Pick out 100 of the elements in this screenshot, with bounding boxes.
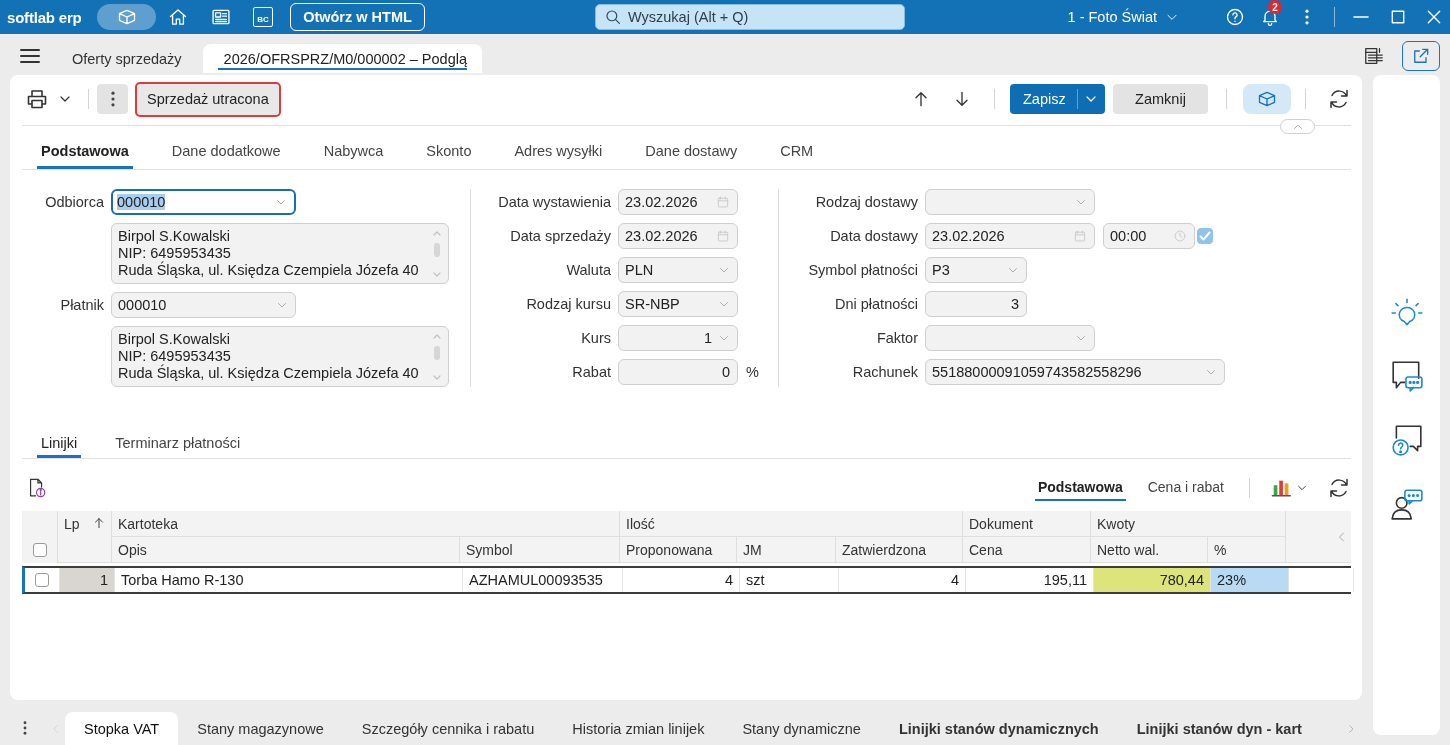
dropdown-field[interactable]: 000010 [111, 292, 296, 318]
dropdown-field[interactable]: SR-NBP [618, 291, 738, 317]
modules-button[interactable] [97, 4, 156, 30]
column-header[interactable]: JM [737, 537, 836, 563]
cube-icon [116, 7, 137, 27]
open-html-button[interactable]: Otwórz w HTML [290, 3, 425, 31]
more-button[interactable] [97, 84, 128, 114]
field-label: Rabat [571, 364, 611, 380]
form-tab[interactable]: Podstawowa [37, 136, 133, 169]
share-button[interactable] [1402, 40, 1440, 71]
view-tab[interactable]: Podstawowa [1034, 475, 1126, 501]
menu-icon[interactable] [20, 47, 40, 64]
company-selector[interactable]: 1 - Foto Świat [1067, 9, 1179, 25]
column-header[interactable]: Lp [57, 511, 88, 563]
help-icon[interactable] [1225, 7, 1245, 27]
close-icon[interactable] [1427, 10, 1441, 24]
checkbox[interactable] [1197, 228, 1213, 244]
notification-badge: 2 [1268, 0, 1282, 14]
date-field[interactable]: 23.02.2026 [618, 223, 738, 249]
table-row[interactable]: 1 Torba Hamo R-130 AZHAMUL00093535 4 szt 4 195,11 780,44 23% [22, 566, 1351, 594]
field-label: Data wystawienia [497, 194, 611, 210]
save-button[interactable]: Zapisz [1010, 84, 1105, 114]
checkbox[interactable] [32, 543, 47, 557]
field-label: Data dostawy [829, 228, 918, 244]
dropdown-field[interactable]: P3 [925, 257, 1027, 283]
time-field[interactable]: 00:00 [1103, 223, 1195, 249]
number-field[interactable]: 0 [618, 359, 738, 385]
document-tab[interactable]: 2026/OFRSPRZ/M0/000002 – Podglą [202, 44, 482, 73]
bottom-tab[interactable]: Stany magazynowe [178, 712, 343, 745]
more-icon[interactable] [22, 719, 28, 737]
field-label: Waluta [565, 262, 611, 278]
column-header[interactable]: Proponowana [620, 537, 737, 563]
close-button[interactable]: Zamknij [1113, 84, 1208, 114]
column-header[interactable]: Zatwierdzona [836, 537, 963, 563]
column-header[interactable]: % [1208, 537, 1286, 563]
refresh-icon[interactable] [1327, 476, 1351, 500]
bottom-tab[interactable]: Stopka VAT [65, 712, 179, 745]
column-group-header: Ilość [620, 511, 963, 537]
dropdown-field[interactable]: 55188000091059743582558296 [925, 359, 1225, 385]
dropdown-field[interactable]: PLN [618, 257, 738, 283]
form-tab[interactable]: CRM [776, 136, 818, 169]
dropdown-field[interactable]: 000010 [111, 189, 296, 215]
column-group-header: Dokument [963, 511, 1091, 537]
calendar-icon [716, 195, 730, 209]
person-chat-icon[interactable] [1389, 487, 1424, 521]
table-cell: szt [740, 568, 839, 592]
home-icon[interactable] [168, 7, 188, 27]
modules-button[interactable] [1243, 84, 1291, 114]
caret-icon[interactable] [1297, 483, 1307, 493]
newspaper-icon[interactable] [211, 7, 231, 27]
calendar-icon [716, 229, 730, 243]
address-box[interactable]: Birpol S.Kowalski NIP: 6495953435 Ruda Śląska, ul. Księdza Czempiela Józefa 40 [111, 223, 449, 284]
refresh-icon[interactable] [1327, 87, 1351, 111]
unit-label: % [746, 364, 759, 380]
table-cell: 4 [839, 568, 966, 592]
date-field[interactable]: 23.02.2026 [925, 223, 1095, 249]
bottom-tab[interactable]: Szczegóły cennika i rabatu [342, 712, 554, 745]
bc-button[interactable]: BC [253, 7, 273, 27]
address-box[interactable]: Birpol S.Kowalski NIP: 6495953435 Ruda Śląska, ul. Księdza Czempiela Józefa 40 [111, 326, 449, 387]
section-tab[interactable]: Linijki [37, 431, 82, 458]
column-header[interactable]: Opis [112, 537, 460, 563]
form-tab[interactable]: Nabywca [319, 136, 388, 169]
form-tab[interactable]: Dane dodatkowe [167, 136, 285, 169]
app-logo: softlab erp [7, 8, 83, 26]
sort-ascending-icon[interactable] [92, 516, 106, 530]
column-group-header: Kartoteka [112, 511, 620, 537]
more-icon[interactable] [1303, 7, 1311, 27]
print-button[interactable] [25, 87, 71, 111]
printer-icon [25, 87, 49, 111]
table-cell: 23% [1211, 568, 1289, 592]
column-header[interactable]: Symbol [460, 537, 620, 563]
dropdown-field[interactable]: 1 [618, 325, 738, 351]
number-field[interactable]: 3 [925, 291, 1027, 317]
calendar-icon [1073, 229, 1087, 243]
chat-icon[interactable] [1389, 359, 1424, 393]
dropdown-field[interactable] [925, 325, 1095, 351]
bottom-tab[interactable]: Linijki stanów dyn - kart [1117, 712, 1321, 745]
column-header[interactable]: Cena [963, 537, 1091, 563]
lost-sale-button[interactable]: Sprzedaż utracona [135, 81, 281, 117]
document-tab[interactable]: Oferty sprzedaży [62, 44, 192, 73]
search-icon [604, 8, 622, 26]
bottom-tab[interactable]: Stany dynamiczne [723, 712, 880, 745]
checkbox[interactable] [35, 573, 49, 587]
table-cell: AZHAMUL00093535 [463, 568, 623, 592]
date-field[interactable]: 23.02.2026 [618, 189, 738, 215]
section-tab[interactable]: Terminarz płatności [111, 431, 245, 458]
form-tab[interactable]: Skonto [422, 136, 476, 169]
field-label: Dni płatności [834, 296, 918, 312]
form-tab[interactable]: Dane dostawy [641, 136, 742, 169]
help-chat-icon[interactable] [1389, 423, 1424, 457]
column-header[interactable]: Netto wal. [1091, 537, 1208, 563]
dropdown-field[interactable] [925, 189, 1095, 215]
form-tab[interactable]: Adres wysyłki [510, 136, 607, 169]
view-tab[interactable]: Cena i rabat [1144, 475, 1227, 501]
field-label: Data sprzedaży [509, 228, 611, 244]
bottom-tab[interactable]: Linijki stanów dynamicznych [879, 712, 1118, 745]
table-cell: 4 [623, 568, 740, 592]
search-field[interactable]: Wyszukaj (Alt + Q) [595, 4, 905, 30]
maximize-icon[interactable] [1391, 10, 1405, 24]
bottom-tab[interactable]: Historia zmian linijek [553, 712, 724, 745]
